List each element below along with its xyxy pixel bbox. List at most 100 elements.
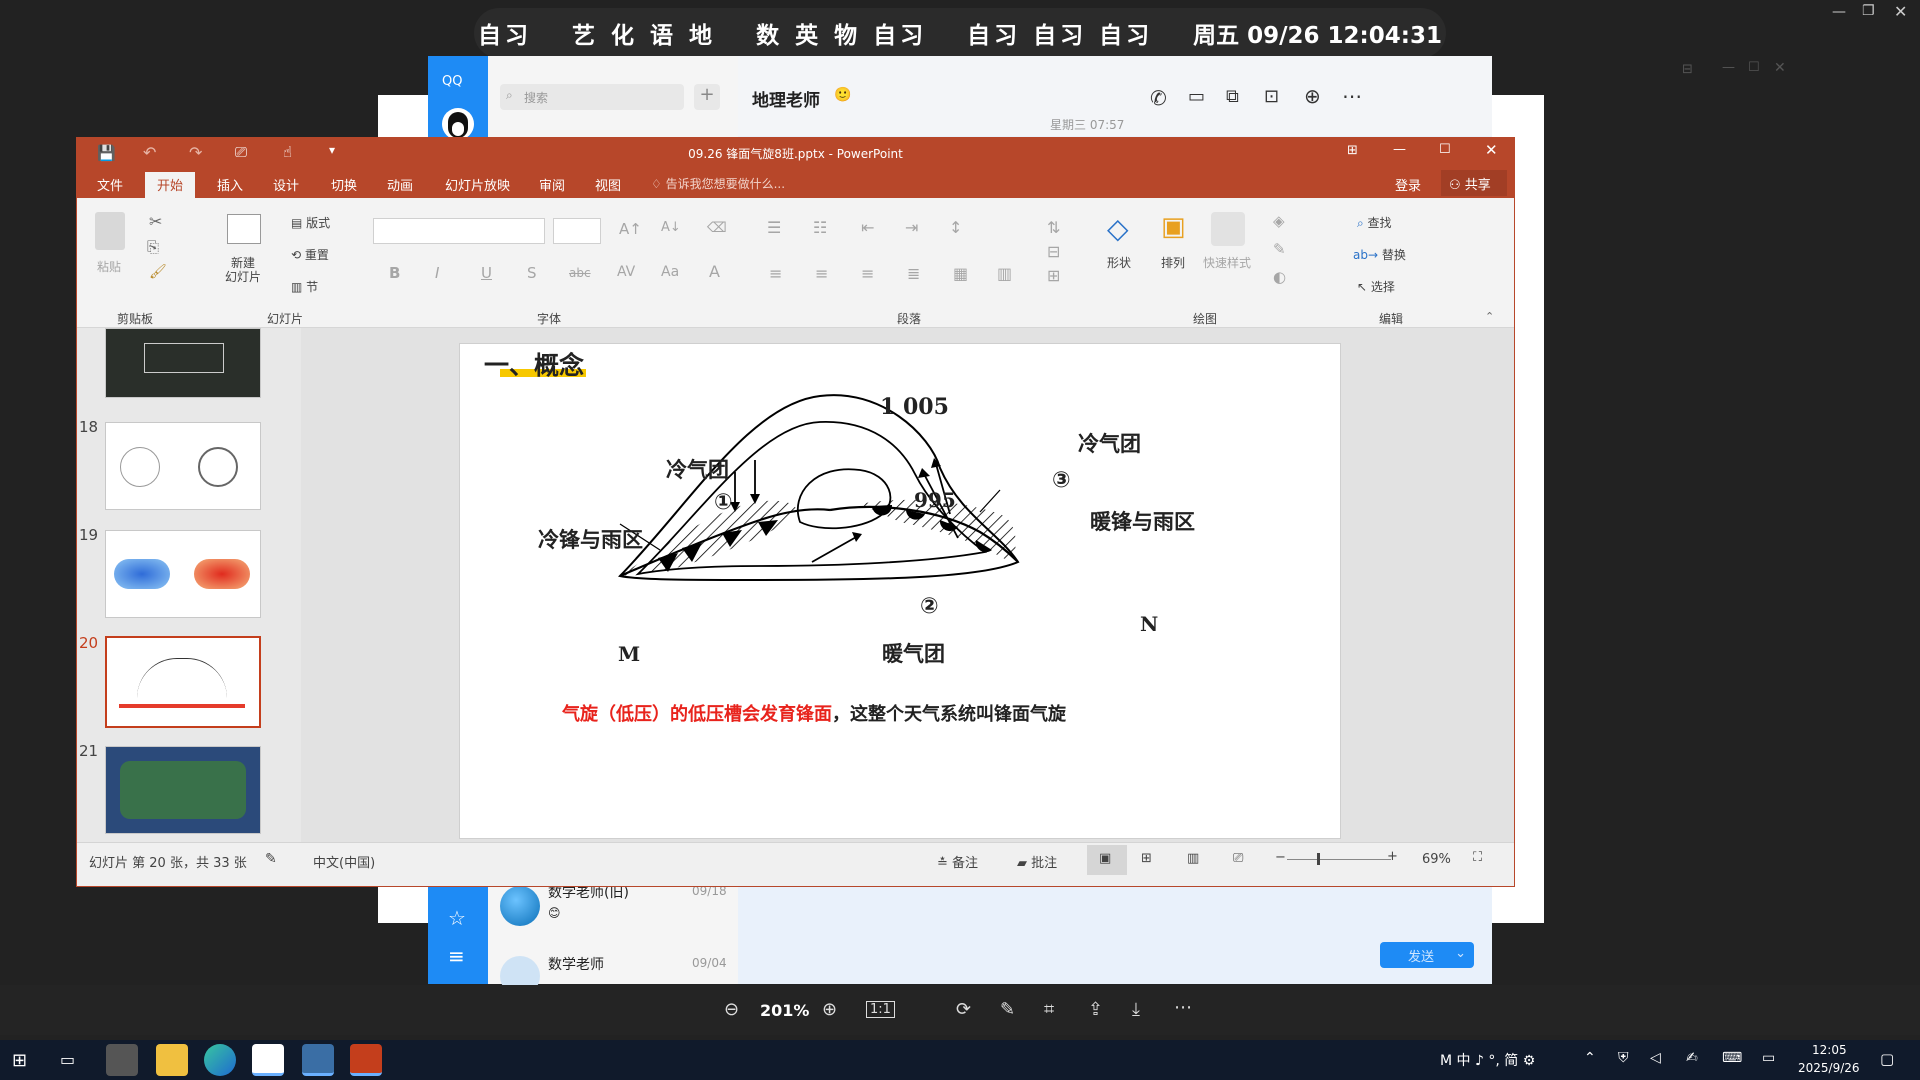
- more-icon[interactable]: ⋯: [1342, 84, 1362, 108]
- zoom-in-icon[interactable]: +: [1387, 849, 1398, 864]
- font-size-select[interactable]: [553, 218, 601, 244]
- clear-format-icon[interactable]: ⌫: [707, 220, 727, 236]
- columns-icon[interactable]: ▥: [997, 264, 1012, 283]
- bullets-icon[interactable]: ☰: [767, 218, 781, 237]
- close-icon[interactable]: ✕: [1894, 2, 1907, 21]
- distribute-icon[interactable]: ▦: [953, 264, 968, 283]
- align-left-icon[interactable]: ≡: [769, 264, 782, 283]
- qq-taskbar-icon[interactable]: [252, 1044, 284, 1076]
- italic-icon[interactable]: I: [435, 264, 439, 282]
- shape-outline-icon[interactable]: ✎: [1273, 240, 1286, 258]
- align-text-icon[interactable]: ⊟: [1047, 242, 1060, 261]
- normal-view-button[interactable]: ▣: [1087, 845, 1127, 875]
- find-button[interactable]: ⌕ 查找: [1357, 214, 1392, 231]
- bold-icon[interactable]: B: [389, 264, 400, 282]
- tab-review[interactable]: 审阅: [539, 175, 565, 194]
- volume-icon[interactable]: ◁: [1650, 1050, 1661, 1066]
- quick-styles-button[interactable]: 快速样式: [1203, 254, 1251, 271]
- add-member-icon[interactable]: ⊕: [1304, 84, 1321, 108]
- pen-icon[interactable]: ✍: [1686, 1050, 1698, 1066]
- fit-slide-icon[interactable]: ⛶: [1473, 850, 1482, 865]
- viewer-zoom-level[interactable]: 201%: [760, 1001, 809, 1020]
- zoom-slider-thumb[interactable]: [1317, 853, 1320, 865]
- strikethrough-icon[interactable]: abc: [569, 266, 591, 280]
- new-slide-button-line2[interactable]: 幻灯片: [225, 268, 261, 285]
- restore-icon[interactable]: ❐: [1862, 3, 1875, 19]
- rotate-icon[interactable]: ⟳: [956, 999, 971, 1020]
- slide-thumbnail[interactable]: [105, 422, 261, 510]
- char-spacing-icon[interactable]: AV: [617, 264, 635, 280]
- screen-share-icon[interactable]: ⧉: [1226, 86, 1239, 107]
- tab-view[interactable]: 视图: [595, 175, 621, 194]
- list-item[interactable]: 数学老师 09/04: [488, 950, 738, 996]
- security-icon[interactable]: ⛨: [1618, 1050, 1629, 1066]
- add-button[interactable]: +: [694, 84, 720, 110]
- font-color-icon[interactable]: A: [709, 262, 720, 281]
- language-indicator[interactable]: 中文(中国): [313, 852, 375, 871]
- increase-indent-icon[interactable]: ⇥: [905, 218, 918, 237]
- slide-thumbnail[interactable]: [105, 328, 261, 398]
- menu-icon[interactable]: ≡: [448, 944, 465, 968]
- tab-transitions[interactable]: 切换: [331, 175, 357, 194]
- align-right-icon[interactable]: ≡: [861, 264, 874, 283]
- shapes-icon[interactable]: ◇: [1107, 212, 1129, 245]
- windows-start-icon[interactable]: ⊞: [12, 1050, 27, 1071]
- minimize-icon[interactable]: —: [1393, 142, 1406, 157]
- underline-icon[interactable]: U: [481, 264, 492, 282]
- comments-button[interactable]: ▰ 批注: [1017, 852, 1057, 871]
- search-input[interactable]: ⌕ 搜索: [500, 84, 684, 110]
- more-icon[interactable]: ⋯: [1174, 997, 1192, 1018]
- zoom-out-icon[interactable]: ⊖: [724, 999, 739, 1020]
- maximize-icon[interactable]: ☐: [1748, 60, 1760, 75]
- actual-size-icon[interactable]: 1:1: [866, 1001, 895, 1018]
- tab-insert[interactable]: 插入: [217, 175, 243, 194]
- line-spacing-icon[interactable]: ↕: [949, 218, 962, 237]
- shape-effects-icon[interactable]: ◐: [1273, 268, 1286, 286]
- minimize-icon[interactable]: —: [1832, 4, 1846, 20]
- chevron-down-icon[interactable]: ⌄: [1455, 946, 1466, 961]
- reading-view-icon[interactable]: ▥: [1187, 851, 1199, 866]
- reset-button[interactable]: ⟲ 重置: [291, 246, 329, 263]
- share-button[interactable]: ⚇ 共享: [1441, 170, 1507, 196]
- maximize-icon[interactable]: ☐: [1439, 142, 1451, 157]
- zoom-slider[interactable]: [1287, 859, 1391, 860]
- tab-design[interactable]: 设计: [273, 175, 299, 194]
- edit-icon[interactable]: ✎: [1000, 999, 1015, 1020]
- minimize-icon[interactable]: —: [1722, 60, 1735, 75]
- shadow-icon[interactable]: S: [527, 264, 537, 282]
- spell-check-icon[interactable]: ✎: [265, 851, 277, 867]
- task-view-icon[interactable]: ▭: [60, 1050, 75, 1069]
- taskbar-time[interactable]: 12:05: [1812, 1043, 1847, 1057]
- tell-me-box[interactable]: ♢ 告诉我您想要做什么...: [651, 175, 785, 192]
- slide-thumbnail[interactable]: [105, 530, 261, 618]
- collapse-ribbon-icon[interactable]: ⌃: [1485, 310, 1494, 323]
- layout-button[interactable]: ▤ 版式: [291, 214, 330, 231]
- align-center-icon[interactable]: ≡: [815, 264, 828, 283]
- slide-sorter-icon[interactable]: ⊞: [1141, 851, 1152, 866]
- slide-thumbnail[interactable]: [105, 746, 261, 834]
- tab-slideshow[interactable]: 幻灯片放映: [445, 175, 510, 194]
- app-icon[interactable]: [106, 1044, 138, 1076]
- tab-file[interactable]: 文件: [97, 175, 123, 194]
- text-direction-icon[interactable]: ⇅: [1047, 218, 1060, 237]
- select-button[interactable]: ↖ 选择: [1357, 278, 1395, 295]
- smartart-icon[interactable]: ⊞: [1047, 266, 1060, 285]
- arrange-icon[interactable]: ▣: [1161, 212, 1186, 242]
- share-icon[interactable]: ⇪: [1088, 999, 1103, 1020]
- numbering-icon[interactable]: ☷: [813, 218, 827, 237]
- shape-fill-icon[interactable]: ◈: [1273, 212, 1285, 230]
- bookmark-icon[interactable]: ☆: [448, 906, 466, 930]
- shapes-button[interactable]: 形状: [1107, 254, 1131, 271]
- notification-icon[interactable]: ▢: [1880, 1050, 1894, 1068]
- avatar[interactable]: [442, 108, 474, 140]
- copy-icon[interactable]: ⎘: [147, 238, 159, 256]
- display-icon[interactable]: ▭: [1762, 1050, 1775, 1066]
- download-icon[interactable]: ⤓: [1132, 999, 1140, 1020]
- notes-button[interactable]: ≛ 备注: [937, 852, 978, 871]
- decrease-indent-icon[interactable]: ⇤: [861, 218, 874, 237]
- file-explorer-icon[interactable]: [156, 1044, 188, 1076]
- slide-thumbnail-selected[interactable]: [105, 636, 261, 728]
- section-button[interactable]: ▥ 节: [291, 278, 318, 295]
- video-icon[interactable]: ▭: [1188, 86, 1205, 107]
- remote-icon[interactable]: ⊡: [1264, 86, 1279, 107]
